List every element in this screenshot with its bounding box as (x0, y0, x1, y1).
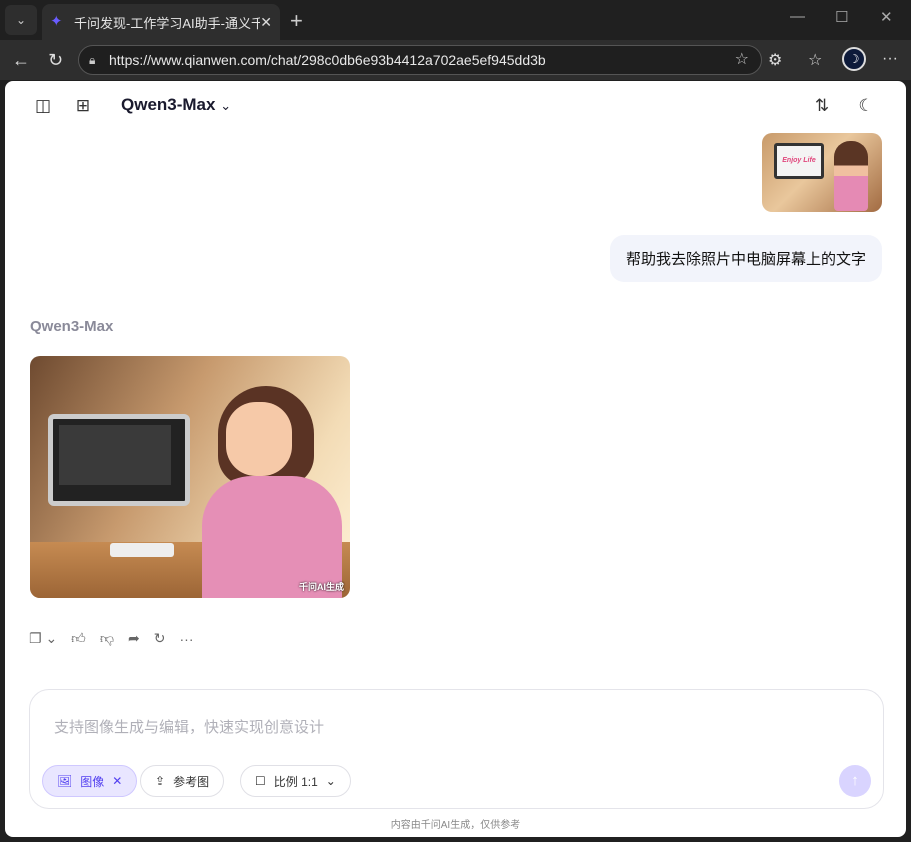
tab-active[interactable]: ✦ 千问发现-工作学习AI助手-通义千问 ✕ (42, 4, 280, 40)
minimize-button[interactable]: — (790, 8, 805, 25)
model-selector[interactable]: Qwen3-Max ⌄ (121, 95, 231, 115)
prompt-input[interactable]: 支持图像生成与编辑，快速实现创意设计 (54, 716, 324, 737)
share-icon[interactable]: ➦ (128, 630, 140, 647)
close-window-button[interactable]: ✕ (880, 8, 893, 26)
profile-avatar[interactable]: ☽ (842, 47, 866, 71)
close-tab-icon[interactable]: ✕ (260, 14, 272, 31)
more-menu-icon[interactable]: ··· (882, 50, 898, 68)
address-bar-row: ← ↻ 🔒︎ https://www.qianwen.com/chat/298c… (0, 40, 911, 80)
reload-button[interactable]: ↻ (48, 50, 63, 71)
thumb-girl (834, 141, 868, 211)
message-actions: ❐ ⌄ 👍︎ 👎︎ ➦ ↻ ··· (29, 630, 194, 647)
qianwen-favicon-icon: ✦ (50, 14, 66, 30)
keyboard (110, 543, 174, 557)
girl-face (226, 402, 292, 476)
sync-icon[interactable]: ⇅ (811, 95, 833, 117)
thumbs-down-icon[interactable]: 👎︎ (100, 630, 114, 647)
copy-icon[interactable]: ❐ ⌄ (29, 630, 57, 647)
monitor (48, 414, 190, 506)
thumb-screen-text: Enjoy Life (774, 143, 824, 179)
upload-icon: ⇪ (155, 774, 165, 788)
ratio-label: 比例 1:1 (274, 773, 318, 790)
extensions-icon[interactable]: ⚙ (768, 50, 782, 70)
lock-icon: 🔒︎ (89, 46, 95, 74)
reference-label: 参考图 (173, 773, 209, 790)
new-tab-button[interactable]: + (290, 8, 303, 34)
new-chat-icon[interactable]: ⊞ (72, 95, 94, 117)
maximize-button[interactable]: ☐ (835, 8, 848, 26)
user-uploaded-image[interactable]: Enjoy Life (762, 133, 882, 212)
reference-image-button[interactable]: ⇪ 参考图 (140, 765, 224, 797)
remove-chip-icon[interactable]: ✕ (112, 774, 122, 788)
chat-header: ◫ ⊞ Qwen3-Max ⌄ ⇅ ☾ (5, 81, 906, 131)
aspect-ratio-select[interactable]: ☐ 比例 1:1 ⌄ (240, 765, 351, 797)
watermark: 千问AI生成 (299, 580, 344, 593)
generated-image[interactable]: 千问AI生成 (30, 356, 350, 598)
disclaimer: 内容由千问AI生成，仅供参考 (5, 816, 906, 831)
tab-actions-menu[interactable]: ⌄ (5, 5, 37, 35)
sidebar-toggle-icon[interactable]: ◫ (32, 95, 54, 117)
back-button[interactable]: ← (12, 50, 30, 71)
chat-page: ◫ ⊞ Qwen3-Max ⌄ ⇅ ☾ Enjoy Life 帮助我去除照片中电… (5, 81, 906, 837)
image-icon: 🖼︎ (57, 774, 72, 788)
dark-mode-icon[interactable]: ☾ (855, 95, 877, 117)
image-chip-label: 图像 (80, 773, 104, 790)
favorite-star-icon[interactable]: ☆ (735, 46, 749, 74)
url-input[interactable]: 🔒︎ https://www.qianwen.com/chat/298c0db6… (78, 45, 762, 75)
chevron-down-icon: ⌄ (220, 98, 231, 113)
assistant-name: Qwen3-Max (30, 318, 113, 335)
regenerate-icon[interactable]: ↻ (154, 630, 166, 647)
tab-title: 千问发现-工作学习AI助手-通义千问 (74, 13, 260, 32)
user-message: 帮助我去除照片中电脑屏幕上的文字 (610, 235, 882, 282)
composer: 支持图像生成与编辑，快速实现创意设计 🖼︎ 图像 ✕ ⇪ 参考图 ☐ 比例 1:… (29, 689, 884, 809)
favorites-icon[interactable]: ☆ (808, 50, 822, 70)
url-text: https://www.qianwen.com/chat/298c0db6e93… (109, 52, 546, 68)
model-name: Qwen3-Max (121, 95, 215, 114)
tab-bar: ⌄ ✦ 千问发现-工作学习AI助手-通义千问 ✕ + — ☐ ✕ (0, 0, 911, 40)
send-button[interactable]: ↑ (839, 765, 871, 797)
image-mode-chip[interactable]: 🖼︎ 图像 ✕ (42, 765, 137, 797)
more-icon[interactable]: ··· (180, 631, 194, 647)
thumbs-up-icon[interactable]: 👍︎ (71, 630, 86, 647)
square-icon: ☐ (255, 774, 266, 788)
chevron-down-icon: ⌄ (326, 774, 336, 788)
